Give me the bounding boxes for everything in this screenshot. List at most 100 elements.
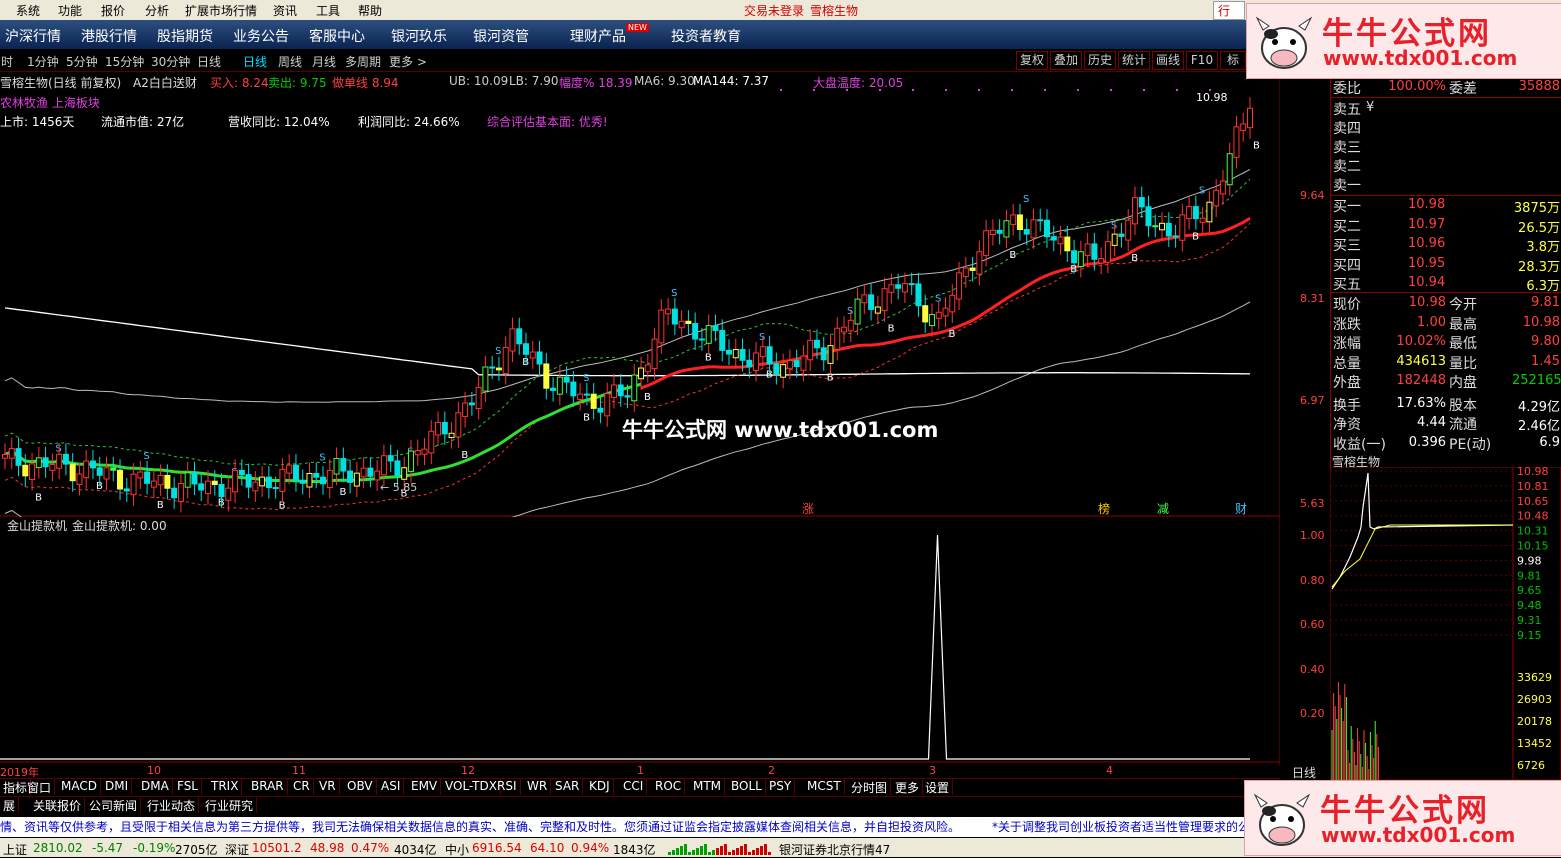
menu-system[interactable]: 系统 [16, 2, 40, 19]
tool-draw[interactable]: 画线 [1152, 51, 1184, 70]
tab-indicator[interactable]: 窗口 [24, 779, 56, 795]
candle [198, 483, 205, 491]
tab-indicator[interactable]: VR [316, 779, 340, 795]
nav-wealth[interactable]: 理财产品 NEW [570, 23, 649, 46]
candle [1064, 236, 1071, 252]
tab-indicator[interactable]: MACD [58, 779, 101, 795]
period-more[interactable]: 更多 > [389, 53, 427, 70]
nav-announce[interactable]: 业务公告 [233, 26, 289, 46]
menu-info[interactable]: 资讯 [273, 2, 297, 19]
menu-tools[interactable]: 工具 [316, 2, 340, 19]
tab-indicator[interactable]: MTM [690, 779, 726, 795]
tab-indicator[interactable]: 设置 [922, 779, 954, 795]
tool-history[interactable]: 历史 [1084, 51, 1116, 70]
stat-label: 外盘 [1333, 375, 1361, 391]
tab-indicator[interactable]: TRIX [208, 779, 243, 795]
tab-indicator[interactable]: 分时图 [848, 779, 892, 795]
stat-label: 今开 [1449, 297, 1477, 313]
sector-label: 农林牧渔 上海板块 [0, 96, 100, 110]
candle [1016, 214, 1023, 231]
date-axis-2: 10 [147, 764, 161, 777]
candle [1138, 197, 1145, 208]
menu-help[interactable]: 帮助 [358, 2, 382, 19]
tab-indicator[interactable]: 更多 [892, 779, 924, 795]
tab-info[interactable]: 行业动态 [144, 797, 200, 813]
ticker-notice[interactable]: *关于调整我司创业板投资者适当性管理要求的公 [992, 817, 1250, 837]
tab-indicator[interactable]: DMI [102, 779, 133, 795]
indicator-chart[interactable] [0, 516, 1280, 766]
event-reduce[interactable]: 减 [1157, 500, 1169, 517]
nav-service[interactable]: 客服中心 [309, 26, 365, 46]
buy-marker: B [35, 493, 42, 504]
tool-mark[interactable]: 标 [1220, 51, 1246, 70]
period-multi[interactable]: 多周期 [345, 53, 381, 70]
candle [841, 326, 848, 333]
event-finance[interactable]: 财 [1235, 500, 1247, 517]
tab-indicator[interactable]: FSL [174, 779, 202, 795]
stat-label: 涨跌 [1333, 316, 1361, 333]
nav-education[interactable]: 投资者教育 [671, 26, 741, 46]
tab-indicator[interactable]: OBV [344, 779, 377, 795]
candle [631, 374, 638, 402]
login-status[interactable]: 交易未登录 [744, 2, 804, 19]
buy-marker: B [1131, 253, 1138, 264]
tab-indicator[interactable]: CCI [620, 779, 648, 795]
event-rank[interactable]: 榜 [1098, 500, 1110, 517]
buy-marker: B [888, 324, 895, 335]
tool-f10[interactable]: F10 [1186, 51, 1218, 70]
tab-indicator[interactable]: SAR [552, 779, 584, 795]
nav-jiule[interactable]: 银河玖乐 [391, 26, 447, 46]
period-15min[interactable]: 15分钟 [105, 53, 144, 70]
period-60min[interactable]: 日线 [197, 53, 221, 70]
period-time[interactable]: 时 [1, 53, 13, 70]
candle [326, 469, 333, 489]
tab-indicator[interactable]: RSI [494, 779, 521, 795]
buy-marker: B [583, 413, 590, 424]
tab-indicator[interactable]: ROC [652, 779, 686, 795]
candle [387, 455, 394, 462]
event-up[interactable]: 涨 [802, 500, 814, 517]
candle [184, 472, 191, 488]
indicator-name[interactable]: A2白白送财 [133, 74, 197, 91]
nav-asset[interactable]: 银河资管 [473, 26, 529, 46]
tool-stats[interactable]: 统计 [1118, 51, 1150, 70]
tab-indicator[interactable]: DMA [138, 779, 173, 795]
tool-overlay[interactable]: 叠加 [1050, 51, 1082, 70]
period-weekly[interactable]: 周线 [278, 53, 302, 70]
tab-indicator[interactable]: BOLL [728, 779, 766, 795]
tab-indicator[interactable]: CR [290, 779, 314, 795]
tab-indicator[interactable]: MCST [804, 779, 845, 795]
tab-indicator[interactable]: BRAR [248, 779, 288, 795]
nav-hk[interactable]: 港股行情 [81, 26, 137, 46]
candle [1098, 258, 1105, 264]
menu-analysis[interactable]: 分析 [145, 2, 169, 19]
intraday-chart[interactable]: 10.98 10.81 10.65 10.48 10.31 10.159.98 9.81 9.… [1330, 467, 1561, 780]
menu-quote[interactable]: 报价 [101, 2, 125, 19]
window-menu-button[interactable]: 行 [1213, 1, 1246, 20]
period-1min[interactable]: 1分钟 [27, 53, 59, 70]
tab-indicator[interactable]: EMV [408, 779, 442, 795]
period-5min[interactable]: 5分钟 [66, 53, 98, 70]
nav-shsz[interactable]: 沪深行情 [5, 26, 61, 46]
menu-extended-market[interactable]: 扩展市场行情 [185, 2, 257, 19]
tab-indicator[interactable]: PSY [766, 779, 796, 795]
tab-info[interactable]: 关联报价 [30, 797, 86, 813]
tab-indicator[interactable]: KDJ [586, 779, 614, 795]
candle [624, 395, 631, 398]
period-30min[interactable]: 30分钟 [151, 53, 190, 70]
tab-indicator[interactable]: VOL-TDX [442, 779, 501, 795]
period-monthly[interactable]: 月线 [312, 53, 336, 70]
tab-indicator[interactable]: ASI [378, 779, 405, 795]
tool-restore[interactable]: 复权 [1016, 51, 1048, 70]
menu-function[interactable]: 功能 [58, 2, 82, 19]
tab-info[interactable]: 行业研究 [202, 797, 258, 813]
period-daily[interactable]: 日线 [243, 53, 267, 70]
nav-futures[interactable]: 股指期货 [157, 26, 213, 46]
kline-chart[interactable]: BSBSBBSBSBBSBSBBSBSBSBBSBSBBSBSBBSB [0, 72, 1280, 517]
mini-tab[interactable]: 日线 [1292, 764, 1316, 781]
sell-marker: S [1111, 221, 1117, 232]
tab-info[interactable]: 展 [0, 797, 20, 813]
mini-price-label: 9.48 [1517, 599, 1542, 612]
tab-info[interactable]: 公司新闻 [86, 797, 142, 813]
tab-indicator[interactable]: WR [524, 779, 552, 795]
